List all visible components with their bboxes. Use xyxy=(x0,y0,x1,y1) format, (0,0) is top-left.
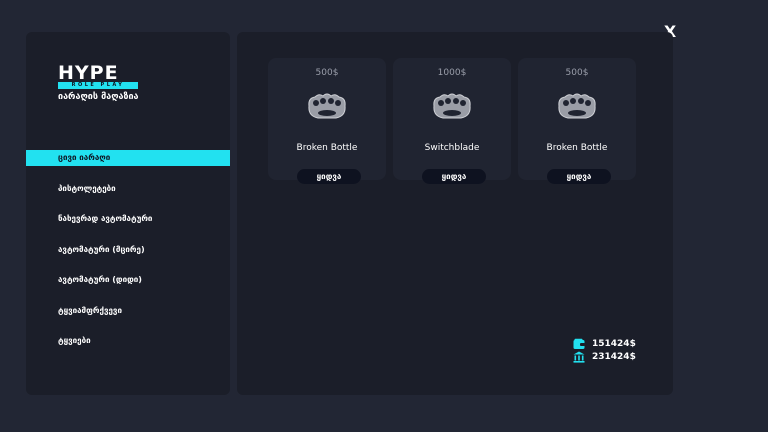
item-name: Broken Bottle xyxy=(296,143,358,153)
item-card: 500$ Broken Bottle ყიდვა xyxy=(518,58,636,184)
nav-item-ammo[interactable]: ტყვიები xyxy=(26,333,230,349)
category-nav: ცივი იარაღი პისტოლეტები ნახევრად ავტომატ… xyxy=(26,150,230,364)
brass-knuckles-icon xyxy=(433,93,471,119)
brass-knuckles-icon xyxy=(558,93,596,119)
item-price: 500$ xyxy=(565,68,589,78)
item-card: 1000$ Switchblade ყიდვა xyxy=(393,58,511,184)
store-title: იარაღის მაღაზია xyxy=(58,92,139,102)
bank-amount: 231424$ xyxy=(592,352,636,362)
item-price: 500$ xyxy=(315,68,339,78)
nav-item-automatic-small[interactable]: ავტომატური (მცირე) xyxy=(26,242,230,258)
item-price: 1000$ xyxy=(437,68,467,78)
item-card: 500$ Broken Bottle ყიდვა xyxy=(268,58,386,184)
sidebar: HYPE ROLE PLAY იარაღის მაღაზია ცივი იარა… xyxy=(26,32,230,395)
buy-button[interactable]: ყიდვა xyxy=(422,169,486,184)
nav-item-automatic-large[interactable]: ავტომატური (დიდი) xyxy=(26,272,230,288)
buy-button[interactable]: ყიდვა xyxy=(297,169,361,184)
logo: HYPE ROLE PLAY xyxy=(58,64,140,89)
wallet-icon xyxy=(573,338,585,349)
bank-icon xyxy=(573,351,585,363)
shop-panel: 500$ Broken Bottle ყიდვა 1000$ Switchbla… xyxy=(237,32,673,395)
nav-item-cold-weapons[interactable]: ცივი იარაღი xyxy=(26,150,230,166)
item-name: Switchblade xyxy=(424,143,480,153)
wallet-balance: 151424$ xyxy=(573,338,673,352)
logo-main-text: HYPE xyxy=(58,62,119,84)
bank-balance: 231424$ xyxy=(573,351,673,365)
nav-item-machine-guns[interactable]: ტყვიამფრქვევი xyxy=(26,303,230,319)
brass-knuckles-icon xyxy=(308,93,346,119)
wallet-amount: 151424$ xyxy=(592,339,636,349)
buy-button[interactable]: ყიდვა xyxy=(547,169,611,184)
nav-item-semi-automatic[interactable]: ნახევრად ავტომატური xyxy=(26,211,230,227)
nav-item-pistols[interactable]: პისტოლეტები xyxy=(26,181,230,197)
item-name: Broken Bottle xyxy=(546,143,608,153)
